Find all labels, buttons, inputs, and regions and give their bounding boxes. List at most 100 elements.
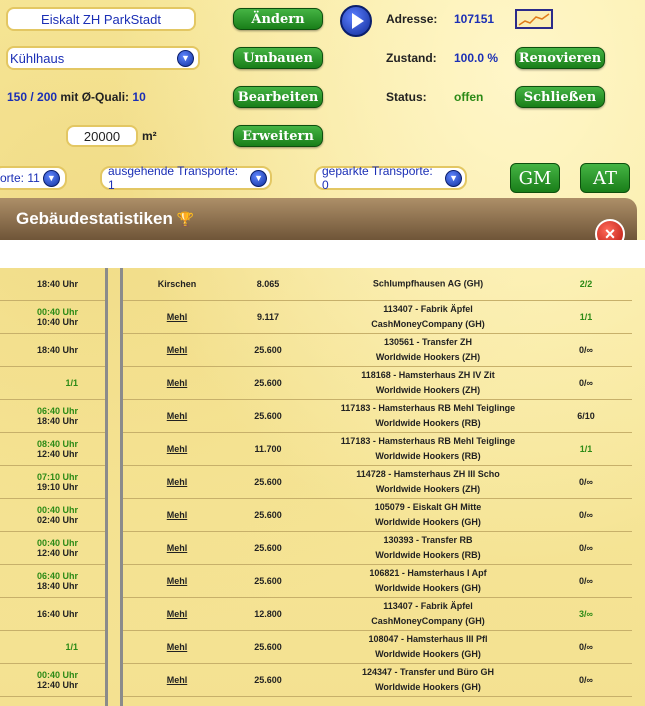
- count: 6/10: [577, 411, 595, 421]
- transport-table: Kirschen 8.065 Schlumpfhausen AG (GH) 2/2 Me…: [120, 268, 632, 706]
- time-value: 16:40 Uhr: [36, 609, 78, 619]
- quantity: 25.600: [254, 345, 282, 355]
- close-building-button[interactable]: Schließen: [515, 86, 605, 108]
- good-link[interactable]: Mehl: [157, 609, 197, 619]
- chevron-down-icon[interactable]: ▼: [42, 169, 60, 187]
- building-name-field[interactable]: Eiskalt ZH ParkStadt: [6, 7, 196, 31]
- good-link[interactable]: Mehl: [157, 477, 197, 487]
- quantity: 25.600: [254, 675, 282, 685]
- destination-building: 113407 - Fabrik Äpfel: [383, 304, 473, 314]
- good-link[interactable]: Mehl: [157, 312, 197, 322]
- edit-button[interactable]: Bearbeiten: [233, 86, 323, 108]
- table-row: Milch20.813108650 - Specht Hasenzucht4/5: [123, 697, 632, 706]
- capacity-value: 150 / 200: [7, 90, 58, 104]
- transport-pill-label: geparkte Transporte: 0: [322, 164, 433, 192]
- play-icon[interactable]: [340, 5, 372, 37]
- destination-company: Worldwide Hookers (ZH): [375, 385, 481, 395]
- chart-icon[interactable]: [515, 9, 553, 29]
- good-link[interactable]: Mehl: [157, 345, 197, 355]
- transport-pill-incoming[interactable]: orte: 11 ▼: [0, 166, 67, 190]
- time-row: 1/1: [0, 367, 105, 400]
- destination-company: Worldwide Hookers (GH): [375, 517, 481, 527]
- time-value: 00:40 Uhr: [36, 307, 78, 317]
- quali-value: 10: [132, 90, 146, 104]
- destination: Schlumpfhausen AG (GH): [283, 277, 573, 292]
- good-link[interactable]: Mehl: [157, 576, 197, 586]
- good-link[interactable]: Mehl: [157, 675, 197, 685]
- count: 0/∞: [579, 543, 593, 553]
- table-row: Mehl 25.600 130561 - Transfer ZH Worldwide …: [123, 334, 632, 367]
- time-row: 00:40 Uhr 02:40 Uhr: [0, 499, 105, 532]
- good-link[interactable]: Mehl: [157, 378, 197, 388]
- good-link: Kirschen: [157, 279, 197, 289]
- building-type-value: Kühlhaus: [10, 50, 65, 66]
- trophy-icon: 🏆: [176, 210, 195, 227]
- table-row: Mehl 12.800 113407 - Fabrik Äpfel CashMoney…: [123, 598, 632, 631]
- address-label: Adresse:: [386, 12, 438, 26]
- chevron-down-icon[interactable]: ▼: [250, 169, 267, 187]
- gm-button[interactable]: GM: [510, 163, 560, 193]
- quantity: 25.600: [254, 510, 282, 520]
- transport-pill-label: orte: 11: [0, 171, 40, 185]
- destination-building: 108047 - Hamsterhaus III Pfl: [368, 634, 488, 644]
- good-link[interactable]: Mehl: [157, 642, 197, 652]
- destination-building: 130393 - Transfer RB: [383, 535, 473, 545]
- count: 0/∞: [579, 477, 593, 487]
- at-button[interactable]: AT: [580, 163, 630, 193]
- good-link[interactable]: Mehl: [157, 411, 197, 421]
- table-row: Mehl 25.600 114728 - Hamsterhaus ZH III Sc…: [123, 466, 632, 499]
- destination: 117183 - Hamsterhaus RB Mehl Teiglinge Wo…: [283, 401, 573, 431]
- table-row: Mehl 25.600 108047 - Hamsterhaus III Pfl Wo…: [123, 631, 632, 664]
- building-type-select[interactable]: Kühlhaus ▼: [6, 46, 200, 70]
- destination: 130561 - Transfer ZH Worldwide Hookers (Z…: [283, 335, 573, 365]
- destination-company: Worldwide Hookers (ZH): [375, 484, 481, 494]
- building-name: Eiskalt ZH ParkStadt: [41, 11, 161, 27]
- condition-value: 100.0 %: [454, 51, 499, 65]
- destination: 108047 - Hamsterhaus III Pfl Worldwide Ho…: [283, 632, 573, 662]
- table-row: Mehl 25.600 105079 - Eiskalt GH Mitte World…: [123, 499, 632, 532]
- expand-button[interactable]: Erweitern: [233, 125, 323, 147]
- quantity: 12.800: [254, 609, 282, 619]
- chevron-down-icon[interactable]: ▼: [445, 169, 462, 187]
- time-value: 00:40 Uhr: [36, 505, 78, 515]
- status-label: Status:: [386, 90, 427, 104]
- time-value: 12:40 Uhr: [36, 548, 78, 558]
- change-button[interactable]: Ändern: [233, 8, 323, 30]
- count: 1/1: [579, 312, 593, 322]
- renovate-button[interactable]: Renovieren: [515, 47, 605, 69]
- destination-building: 114728 - Hamsterhaus ZH III Scho: [356, 469, 500, 479]
- condition-label: Zustand:: [386, 51, 437, 65]
- count: 2/2: [579, 279, 593, 289]
- time-value: 18:40 Uhr: [36, 279, 78, 289]
- transport-pill-outgoing[interactable]: ausgehende Transporte: 1 ▼: [100, 164, 272, 192]
- destination-building: 117183 - Hamsterhaus RB Mehl Teiglinge: [340, 436, 516, 446]
- quantity: 25.600: [254, 576, 282, 586]
- stats-content: 18:40 Uhr 00:40 Uhr 10:40 Uhr 18:40 Uhr 1/1 0…: [0, 268, 645, 706]
- time-value: 1/1: [65, 378, 78, 388]
- rebuild-button[interactable]: Umbauen: [233, 47, 323, 69]
- destination-company: Worldwide Hookers (GH): [375, 583, 481, 593]
- area-value: 20000: [83, 128, 121, 144]
- time-row: 06:40 Uhr 18:40 Uhr: [0, 565, 105, 598]
- area-field[interactable]: 20000: [66, 125, 138, 147]
- destination: 114728 - Hamsterhaus ZH III Scho Worldwid…: [283, 467, 573, 497]
- table-row: Mehl 25.600 117183 - Hamsterhaus RB Mehl T…: [123, 400, 632, 433]
- good-link[interactable]: Mehl: [157, 510, 197, 520]
- table-row: Mehl 25.600 130393 - Transfer RB Worldwide …: [123, 532, 632, 565]
- panel-header: Gebäudestatistiken 🏆: [0, 198, 637, 240]
- count: 3/∞: [579, 609, 593, 619]
- good-link[interactable]: Mehl: [157, 444, 197, 454]
- destination-building: 118168 - Hamsterhaus ZH IV Zit: [361, 370, 495, 380]
- time-row: 18:40 Uhr: [0, 334, 105, 367]
- time-value: 08:40 Uhr: [36, 439, 78, 449]
- transport-pill-parked[interactable]: geparkte Transporte: 0 ▼: [314, 164, 467, 192]
- time-row: 06:40 Uhr 18:40 Uhr: [0, 400, 105, 433]
- count: 0/∞: [579, 576, 593, 586]
- quantity: 9.117: [256, 312, 280, 322]
- chevron-down-icon[interactable]: ▼: [177, 49, 194, 67]
- destination: 106821 - Hamsterhaus I Apf Worldwide Hook…: [283, 566, 573, 596]
- good-link[interactable]: Mehl: [157, 543, 197, 553]
- destination: 130393 - Transfer RB Worldwide Hookers (R…: [283, 533, 573, 563]
- quantity: 25.600: [254, 477, 282, 487]
- time-value: 18:40 Uhr: [36, 581, 78, 591]
